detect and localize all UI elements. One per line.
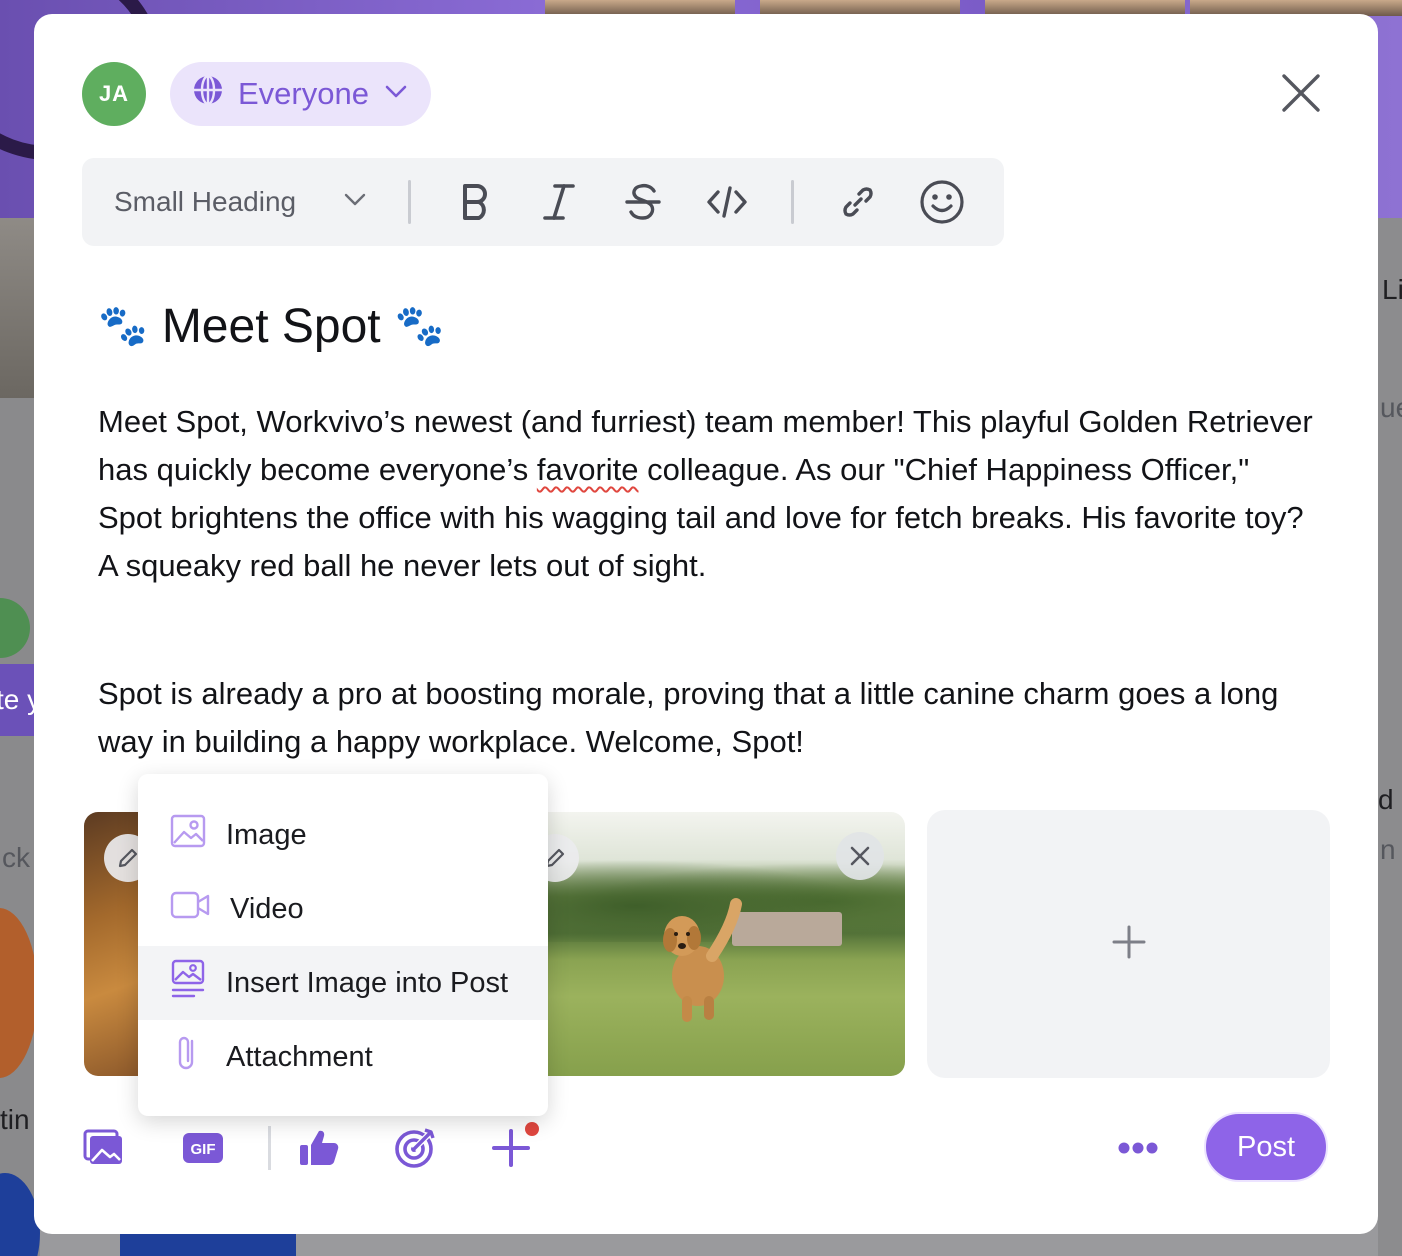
remove-image-icon[interactable] (836, 832, 884, 880)
add-media-tile[interactable] (927, 810, 1330, 1078)
more-options-icon[interactable] (1114, 1126, 1162, 1170)
formatting-toolbar: Small Heading (82, 158, 1004, 246)
link-icon[interactable] (816, 158, 900, 246)
menu-item-label: Video (230, 892, 304, 925)
paw-prints-emoji: 🐾 (98, 304, 148, 348)
post-title-text: Meet Spot (161, 299, 381, 353)
composer-header: JA Everyone (82, 62, 431, 126)
background-text: n (1380, 834, 1396, 865)
audience-selector[interactable]: Everyone (170, 62, 431, 126)
target-praise-icon[interactable] (367, 1118, 463, 1178)
menu-item-label: Attachment (226, 1040, 373, 1073)
thumbs-up-icon[interactable] (271, 1118, 367, 1178)
avatar: JA (82, 62, 146, 126)
inline-image-icon (170, 959, 206, 1007)
post-body-editor[interactable]: 🐾 Meet Spot 🐾 Meet Spot, Workvivo’s newe… (98, 290, 1318, 766)
menu-item-label: Image (226, 818, 307, 851)
italic-icon[interactable] (517, 158, 601, 246)
plus-icon (1111, 924, 1147, 965)
svg-text:GIF: GIF (191, 1141, 216, 1158)
image-icon (170, 813, 206, 857)
menu-item-insert-image-into-post[interactable]: Insert Image into Post (138, 946, 548, 1020)
background-text: tin (0, 1104, 30, 1135)
text-style-dropdown[interactable]: Small Heading (82, 158, 408, 246)
emoji-icon[interactable] (900, 158, 984, 246)
paperclip-icon (170, 1033, 206, 1081)
audience-label: Everyone (238, 76, 369, 111)
dog-photo (663, 898, 742, 1022)
bold-icon[interactable] (433, 158, 517, 246)
add-more-icon[interactable] (463, 1118, 559, 1178)
media-gallery-icon[interactable] (82, 1118, 138, 1178)
background-text: ue (1380, 392, 1402, 423)
globe-icon (192, 74, 224, 114)
toolbar-divider (408, 180, 411, 224)
menu-item-label: Insert Image into Post (226, 966, 509, 999)
post-title: 🐾 Meet Spot 🐾 (98, 290, 1318, 362)
menu-item-attachment[interactable]: Attachment (138, 1020, 548, 1094)
background-text: Li (1382, 274, 1402, 305)
chevron-down-icon (342, 186, 368, 219)
paw-prints-emoji: 🐾 (394, 304, 445, 348)
toolbar-divider (791, 180, 794, 224)
insert-media-menu: Image Video Insert Image into Post Attac… (138, 774, 548, 1116)
post-paragraph: Spot is already a pro at boosting morale… (98, 676, 1279, 759)
background-right-column (1378, 218, 1402, 1256)
composer-actions: GIF (82, 1118, 559, 1178)
menu-item-video[interactable]: Video (138, 872, 548, 946)
background-text: ck (2, 842, 30, 873)
notification-dot (525, 1122, 539, 1136)
strikethrough-icon[interactable] (601, 158, 685, 246)
post-composer-modal: JA Everyone Small Heading 🐾 Meet Spot 🐾 … (34, 14, 1378, 1234)
gif-icon[interactable]: GIF (138, 1118, 268, 1178)
background-fragment (120, 1232, 296, 1256)
code-icon[interactable] (685, 158, 769, 246)
chevron-down-icon (383, 76, 409, 112)
spellcheck-flagged-word: favorite (536, 452, 639, 487)
post-button[interactable]: Post (1204, 1112, 1328, 1182)
background-text: d (1378, 784, 1394, 815)
close-icon[interactable] (1278, 70, 1324, 116)
video-icon (170, 889, 210, 929)
post-paragraph: Meet Spot, Workvivo’s newest (and furrie… (98, 398, 1318, 590)
text-style-label: Small Heading (114, 186, 297, 217)
menu-item-image[interactable]: Image (138, 798, 548, 872)
